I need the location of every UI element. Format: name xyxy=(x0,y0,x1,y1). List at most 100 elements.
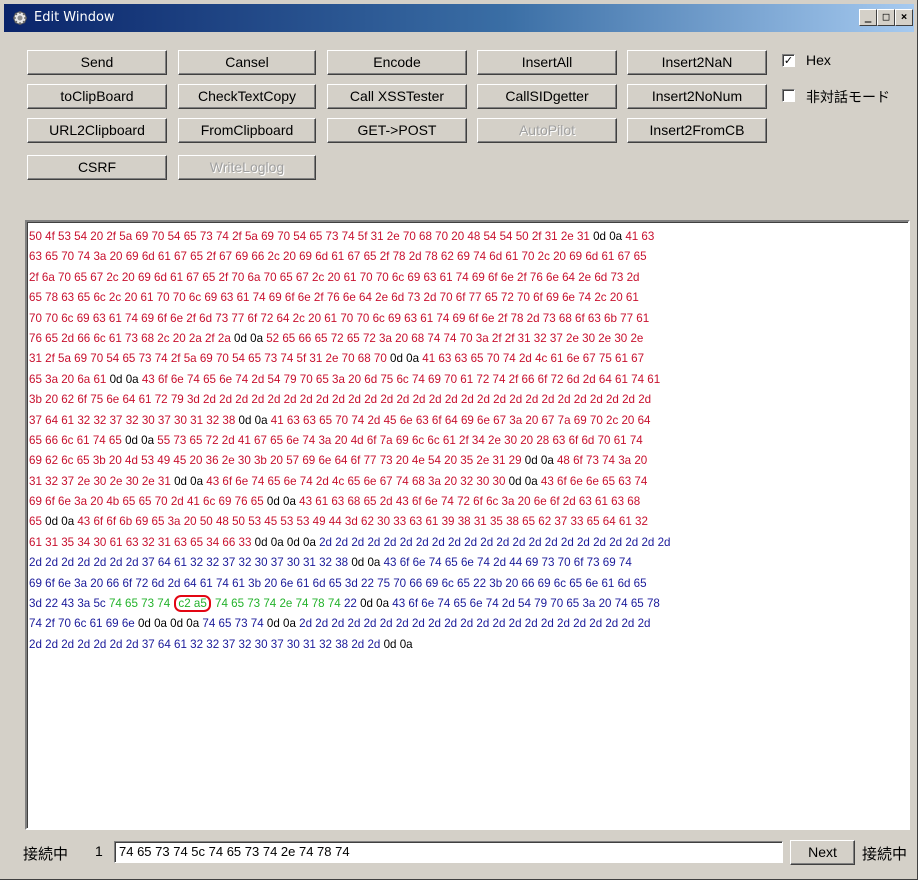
hex-segment: 69 62 6c 65 3b 20 4d 53 49 45 20 36 2e 3… xyxy=(29,454,525,468)
hex-segment: 43 61 63 68 65 2d 43 6f 6e 74 72 6f 6c 3… xyxy=(295,495,641,509)
maximize-button[interactable]: □ xyxy=(877,9,895,26)
highlighted-hex-bytes: c2 a5 xyxy=(174,595,211,613)
connection-number: 1 xyxy=(95,843,103,859)
hex-line: 31 2f 5a 69 70 54 65 73 74 2f 5a 69 70 5… xyxy=(29,349,906,369)
hex-line: 63 65 70 74 3a 20 69 6d 61 67 65 2f 67 6… xyxy=(29,247,906,267)
url2clipboard-button[interactable]: URL2Clipboard xyxy=(27,118,167,143)
hex-segment: 0d 0a xyxy=(508,474,538,488)
hex-segment: 41 63 xyxy=(622,230,655,243)
edit-window: Edit Window _ □ × Send Cansel Encode Ins… xyxy=(0,0,918,880)
insert2nan-button[interactable]: Insert2NaN xyxy=(627,50,767,75)
hex-segment: 69 6f 6e 3a 20 4b 65 65 70 2d 41 6c 69 7… xyxy=(29,495,267,509)
hex-segment: 0d 0a xyxy=(593,230,623,243)
hex-segment: 0d 0a xyxy=(390,352,420,366)
hex-line: 2f 6a 70 65 67 2c 20 69 6d 61 67 65 2f 7… xyxy=(29,268,906,288)
hex-content: 50 4f 53 54 20 2f 5a 69 70 54 65 73 74 2… xyxy=(29,227,906,655)
hex-checkbox-box[interactable]: ✓ xyxy=(782,54,795,67)
hex-line: 65 78 63 65 6c 2c 20 61 70 70 6c 69 63 6… xyxy=(29,288,906,308)
hex-segment: 76 65 2d 66 6c 61 73 68 2c 20 2a 2f 2a xyxy=(29,331,234,345)
hex-segment: 43 6f 6f 6b 69 65 3a 20 50 48 50 53 45 5… xyxy=(74,515,648,529)
fromclipboard-button[interactable]: FromClipboard xyxy=(178,118,316,143)
hex-line: 2d 2d 2d 2d 2d 2d 2d 37 64 61 32 32 37 3… xyxy=(29,553,906,573)
send-button[interactable]: Send xyxy=(27,50,167,75)
hex-segment: 55 73 65 72 2d 41 67 65 6e 74 3a 20 4d 6… xyxy=(154,433,643,447)
hex-line: 3b 20 62 6f 75 6e 64 61 72 79 3d 2d 2d 2… xyxy=(29,390,906,410)
hex-segment: 0d 0a xyxy=(174,474,204,488)
hex-segment: 41 63 63 65 70 74 2d 45 6e 63 6f 64 69 6… xyxy=(267,413,651,427)
hex-segment: 0d 0a xyxy=(524,454,554,468)
connection-status-right-label: 接続中 xyxy=(862,845,908,863)
hex-checkbox-label: Hex xyxy=(806,52,831,68)
hex-segment: 31 32 37 2e 30 2e 30 2e 31 xyxy=(29,474,175,488)
hex-segment: 43 6f 6e 74 65 6e 74 2d 54 79 70 65 3a 2… xyxy=(389,597,660,611)
next-button[interactable]: Next xyxy=(790,840,855,865)
hex-segment: 0d 0a 0d 0a xyxy=(254,535,316,549)
minimize-button[interactable]: _ xyxy=(859,9,877,26)
hex-segment: 2d 2d 2d 2d 2d 2d 2d 37 64 61 32 32 37 3… xyxy=(29,556,352,570)
app-icon xyxy=(13,11,27,25)
hex-line: 65 66 6c 61 74 65 0d 0a 55 73 65 72 2d 4… xyxy=(29,431,906,451)
hex-segment: 43 6f 6e 6e 65 63 74 xyxy=(537,474,648,488)
hex-segment: 0d 0a xyxy=(238,413,268,427)
hex-segment: 2d 2d 2d 2d 2d 2d 2d 2d 2d 2d 2d 2d 2d 2… xyxy=(315,535,671,549)
hex-segment: 2f 6a 70 65 67 2c 20 69 6d 61 67 65 2f 7… xyxy=(29,270,640,284)
encode-button[interactable]: Encode xyxy=(327,50,467,75)
writeloglog-button: WriteLoglog xyxy=(178,155,316,180)
call-xsstester-button[interactable]: Call XSSTester xyxy=(327,84,467,109)
hex-segment: 0d 0a xyxy=(266,617,296,631)
hex-segment: 43 6f 6e 74 65 6e 74 2d 54 79 70 65 3a 2… xyxy=(138,372,661,386)
hex-line: 2d 2d 2d 2d 2d 2d 2d 37 64 61 32 32 37 3… xyxy=(29,635,906,655)
insert2fromcb-button[interactable]: Insert2FromCB xyxy=(627,118,767,143)
checktextcopy-button[interactable]: CheckTextCopy xyxy=(178,84,316,109)
hex-line: 76 65 2d 66 6c 61 73 68 2c 20 2a 2f 2a 0… xyxy=(29,329,906,349)
hex-segment: 74 2f 70 6c 61 69 6e xyxy=(29,617,138,631)
window-title: Edit Window xyxy=(34,10,115,25)
connection-status-label: 接続中 xyxy=(23,845,69,863)
hex-segment: 65 3a 20 6a 61 xyxy=(29,372,110,386)
hex-line: 50 4f 53 54 20 2f 5a 69 70 54 65 73 74 2… xyxy=(29,227,906,247)
close-button[interactable]: × xyxy=(895,9,913,26)
hex-segment: 0d 0a xyxy=(109,372,139,386)
hex-value-input[interactable]: 74 65 73 74 5c 74 65 73 74 2e 74 78 74 xyxy=(114,841,783,863)
hex-segment: 50 4f 53 54 20 2f 5a 69 70 54 65 73 74 2… xyxy=(29,230,594,243)
cansel-button[interactable]: Cansel xyxy=(178,50,316,75)
hex-segment: 74 65 73 74 xyxy=(108,597,174,611)
toclipboard-button[interactable]: toClipBoard xyxy=(27,84,167,109)
callsidgetter-button[interactable]: CallSIDgetter xyxy=(477,84,617,109)
hex-segment: 65 xyxy=(29,515,46,529)
title-bar[interactable]: Edit Window _ □ × xyxy=(4,4,914,32)
hex-segment: 0d 0a xyxy=(234,331,264,345)
hex-text-area[interactable]: 50 4f 53 54 20 2f 5a 69 70 54 65 73 74 2… xyxy=(25,220,910,830)
noninteractive-checkbox-box[interactable] xyxy=(782,89,795,102)
hex-segment: 2d 2d 2d 2d 2d 2d 2d 2d 2d 2d 2d 2d 2d 2… xyxy=(295,617,651,631)
hex-line: 69 62 6c 65 3b 20 4d 53 49 45 20 36 2e 3… xyxy=(29,451,906,471)
hex-line: 70 70 6c 69 63 61 74 69 6f 6e 2f 6d 73 7… xyxy=(29,309,906,329)
hex-segment: 70 70 6c 69 63 61 74 69 6f 6e 2f 6d 73 7… xyxy=(29,311,650,325)
hex-line: 61 31 35 34 30 61 63 32 31 63 65 34 66 3… xyxy=(29,533,906,553)
hex-segment: 22 xyxy=(340,597,361,611)
hex-segment: 0d 0a xyxy=(45,515,75,529)
hex-segment: 69 6f 6e 3a 20 66 6f 72 6d 2d 64 61 74 6… xyxy=(29,576,647,590)
insertall-button[interactable]: InsertAll xyxy=(477,50,617,75)
noninteractive-checkbox-label: 非対話モード xyxy=(806,89,890,105)
insert2nonum-button[interactable]: Insert2NoNum xyxy=(627,84,767,109)
hex-segment: 43 6f 6e 74 65 6e 74 2d 4c 65 6e 67 74 6… xyxy=(203,474,509,488)
get-to-post-button[interactable]: GET->POST xyxy=(327,118,467,143)
hex-segment: 74 65 73 74 xyxy=(199,617,267,631)
hex-line: 65 0d 0a 43 6f 6f 6b 69 65 3a 20 50 48 5… xyxy=(29,512,906,532)
hex-segment: 65 78 63 65 6c 2c 20 61 70 70 6c 69 63 6… xyxy=(29,291,639,305)
hex-segment: 0d 0a xyxy=(266,495,296,509)
hex-line: 37 64 61 32 32 37 32 30 37 30 31 32 38 0… xyxy=(29,411,906,431)
hex-line: 69 6f 6e 3a 20 66 6f 72 6d 2d 64 61 74 6… xyxy=(29,574,906,594)
hex-segment: 0d 0a xyxy=(360,597,390,611)
csrf-button[interactable]: CSRF xyxy=(27,155,167,180)
hex-segment: 41 63 63 65 70 74 2d 4c 61 6e 67 75 61 6… xyxy=(419,352,645,366)
hex-line: 74 2f 70 6c 61 69 6e 0d 0a 0d 0a 74 65 7… xyxy=(29,614,906,634)
hex-segment: 0d 0a 0d 0a xyxy=(137,617,200,631)
hex-segment: 0d 0a xyxy=(351,556,381,570)
hex-line: 3d 22 43 3a 5c 74 65 73 74 c2 a5 74 65 7… xyxy=(29,594,906,614)
hex-segment: 63 65 70 74 3a 20 69 6d 61 67 65 2f 67 6… xyxy=(29,250,647,264)
hex-segment: 0d 0a xyxy=(125,433,155,447)
hex-segment: 65 66 6c 61 74 65 xyxy=(29,433,126,447)
hex-segment: 61 31 35 34 30 61 63 32 31 63 65 34 66 3… xyxy=(29,535,255,549)
